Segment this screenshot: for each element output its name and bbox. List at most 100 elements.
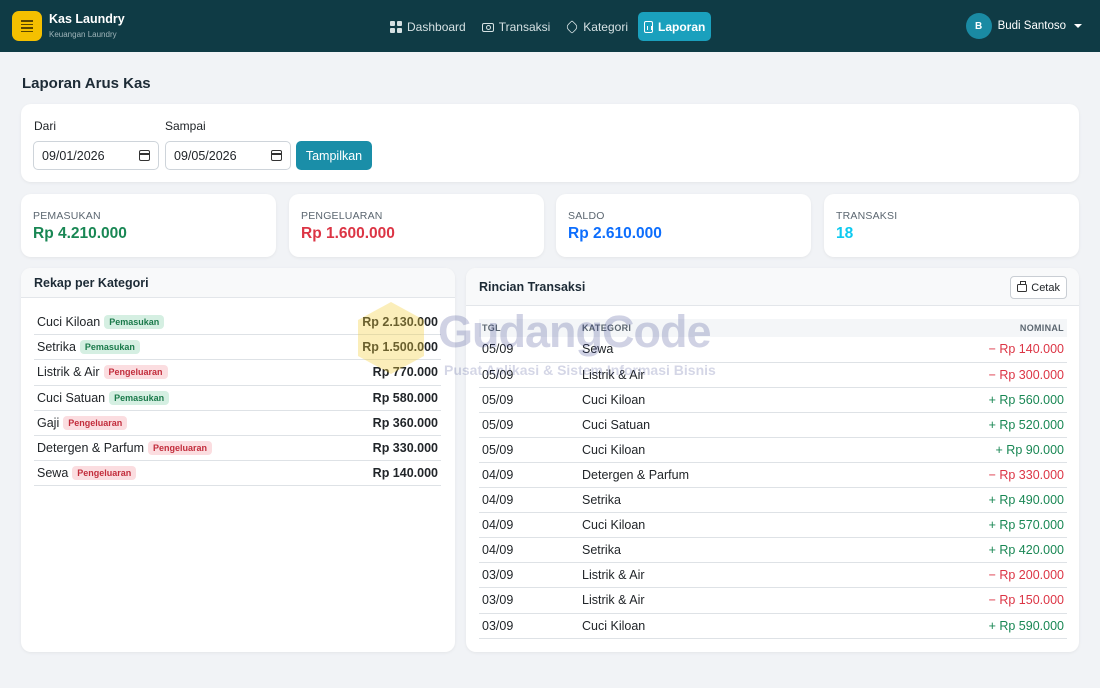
cell-date: 04/09 [479,512,579,539]
table-row: 05/09 Cuci Satuan + Rp 520.000 [479,412,1067,438]
cell-amount: − Rp 140.000 [862,337,1067,363]
list-item: Setrika Pemasukan Rp 1.500.000 [34,335,441,361]
cell-amount: + Rp 520.000 [862,412,1067,438]
category-amount: Rp 140.000 [372,466,438,481]
type-badge: Pemasukan [109,390,170,405]
filter-card: Dari 09/01/2026 Sampai 09/05/2026 Tampil… [21,104,1079,182]
main-nav: Dashboard Transaksi Kategori Laporan [384,12,712,41]
cell-category: Cuci Kiloan [579,387,863,413]
menu-icon [12,11,42,41]
cell-amount: + Rp 90.000 [862,437,1067,463]
list-item: Detergen & Parfum Pengeluaran Rp 330.000 [34,436,441,462]
show-button[interactable]: Tampilkan [296,141,372,170]
category-cell: Sewa Pengeluaran [37,466,137,481]
category-summary-card: Rekap per Kategori Cuci Kiloan Pemasukan R… [21,268,455,652]
cell-date: 04/09 [479,487,579,514]
to-date-input[interactable]: 09/05/2026 [165,141,291,170]
col-category: KATEGORI [579,319,863,337]
cell-category: Cuci Kiloan [579,613,863,639]
cell-date: 04/09 [479,537,579,564]
chevron-down-icon [1074,24,1082,28]
cell-date: 05/09 [479,362,579,388]
category-name: Setrika [37,340,76,355]
nav-dashboard[interactable]: Dashboard [384,12,472,41]
stat-value: Rp 4.210.000 [33,225,127,242]
table-row: 04/09 Setrika + Rp 420.000 [479,537,1067,564]
cell-amount: + Rp 570.000 [862,512,1067,539]
nav-label: Laporan [658,19,706,34]
from-label: Dari [34,119,57,133]
stat-label: TRANSAKSI [836,210,898,222]
stat-label: SALDO [568,210,605,222]
brand[interactable]: Kas Laundry Keuangan Laundry [12,11,125,41]
nav-kategori[interactable]: Kategori [560,12,634,41]
type-badge: Pengeluaran [103,365,168,380]
list-item: Cuci Kiloan Pemasukan Rp 2.130.000 [34,310,441,336]
category-name: Cuci Satuan [37,390,106,405]
nav-label: Kategori [583,19,628,34]
cell-amount: + Rp 490.000 [862,487,1067,514]
stat-income: PEMASUKAN Rp 4.210.000 [21,194,276,257]
calendar-icon[interactable] [139,150,150,161]
col-amount: NOMINAL [862,319,1067,337]
print-button[interactable]: Cetak [1010,276,1067,299]
stat-transactions: TRANSAKSI 18 [824,194,1079,257]
brand-name: Kas Laundry [49,11,125,26]
table-row: 05/09 Cuci Kiloan + Rp 560.000 [479,387,1067,413]
category-amount: Rp 580.000 [372,390,438,405]
type-badge: Pengeluaran [148,441,213,456]
cell-date: 03/09 [479,562,579,589]
list-item: Listrik & Air Pengeluaran Rp 770.000 [34,360,441,386]
dashboard-icon [390,20,402,33]
type-badge: Pemasukan [79,340,140,355]
category-name: Detergen & Parfum [37,441,144,456]
report-icon [644,20,653,33]
category-cell: Detergen & Parfum Pengeluaran [37,441,213,456]
nav-laporan[interactable]: Laporan [638,12,712,41]
nav-label: Transaksi [498,19,551,34]
cell-date: 04/09 [479,462,579,489]
category-amount: Rp 770.000 [372,365,438,380]
user-name: Budi Santoso [997,20,1066,32]
cell-category: Cuci Kiloan [579,437,863,463]
printer-icon [1017,280,1028,292]
cell-category: Cuci Satuan [579,412,863,438]
cell-amount: − Rp 200.000 [862,562,1067,589]
card-title: Rincian Transaksi [479,279,586,294]
nav-transaksi[interactable]: Transaksi [476,12,557,41]
stat-expense: PENGELUARAN Rp 1.600.000 [289,194,544,257]
cell-amount: − Rp 150.000 [862,587,1067,614]
cell-category: Listrik & Air [579,362,863,388]
category-cell: Gaji Pengeluaran [37,415,128,430]
stat-balance: SALDO Rp 2.610.000 [556,194,811,257]
table-row: 03/09 Cuci Kiloan + Rp 590.000 [479,613,1067,639]
cell-category: Listrik & Air [579,587,863,614]
cell-amount: + Rp 590.000 [862,613,1067,639]
stat-label: PENGELUARAN [301,210,383,222]
category-amount: Rp 2.130.000 [362,315,438,330]
tag-icon [565,19,580,34]
table-row: 05/09 Sewa − Rp 140.000 [479,337,1067,363]
calendar-icon[interactable] [271,150,282,161]
category-name: Gaji [37,415,60,430]
print-label: Cetak [1031,281,1060,294]
stat-label: PEMASUKAN [33,210,101,222]
card-header: Rincian Transaksi Cetak [466,268,1079,306]
stat-value: Rp 1.600.000 [301,225,395,242]
type-badge: Pengeluaran [72,466,137,481]
cell-date: 03/09 [479,587,579,614]
table-row: 04/09 Setrika + Rp 490.000 [479,487,1067,514]
page-title: Laporan Arus Kas [22,75,151,92]
from-date-input[interactable]: 09/01/2026 [33,141,159,170]
stat-value: 18 [836,225,854,242]
cell-date: 05/09 [479,337,579,363]
wallet-icon [481,22,494,32]
user-menu[interactable]: B Budi Santoso [965,13,1082,39]
cell-category: Sewa [579,337,863,363]
cell-amount: − Rp 300.000 [862,362,1067,388]
cell-amount: − Rp 330.000 [862,462,1067,489]
category-cell: Setrika Pemasukan [37,340,140,355]
card-title: Rekap per Kategori [21,268,455,298]
type-badge: Pemasukan [104,315,165,330]
category-amount: Rp 330.000 [372,441,438,456]
